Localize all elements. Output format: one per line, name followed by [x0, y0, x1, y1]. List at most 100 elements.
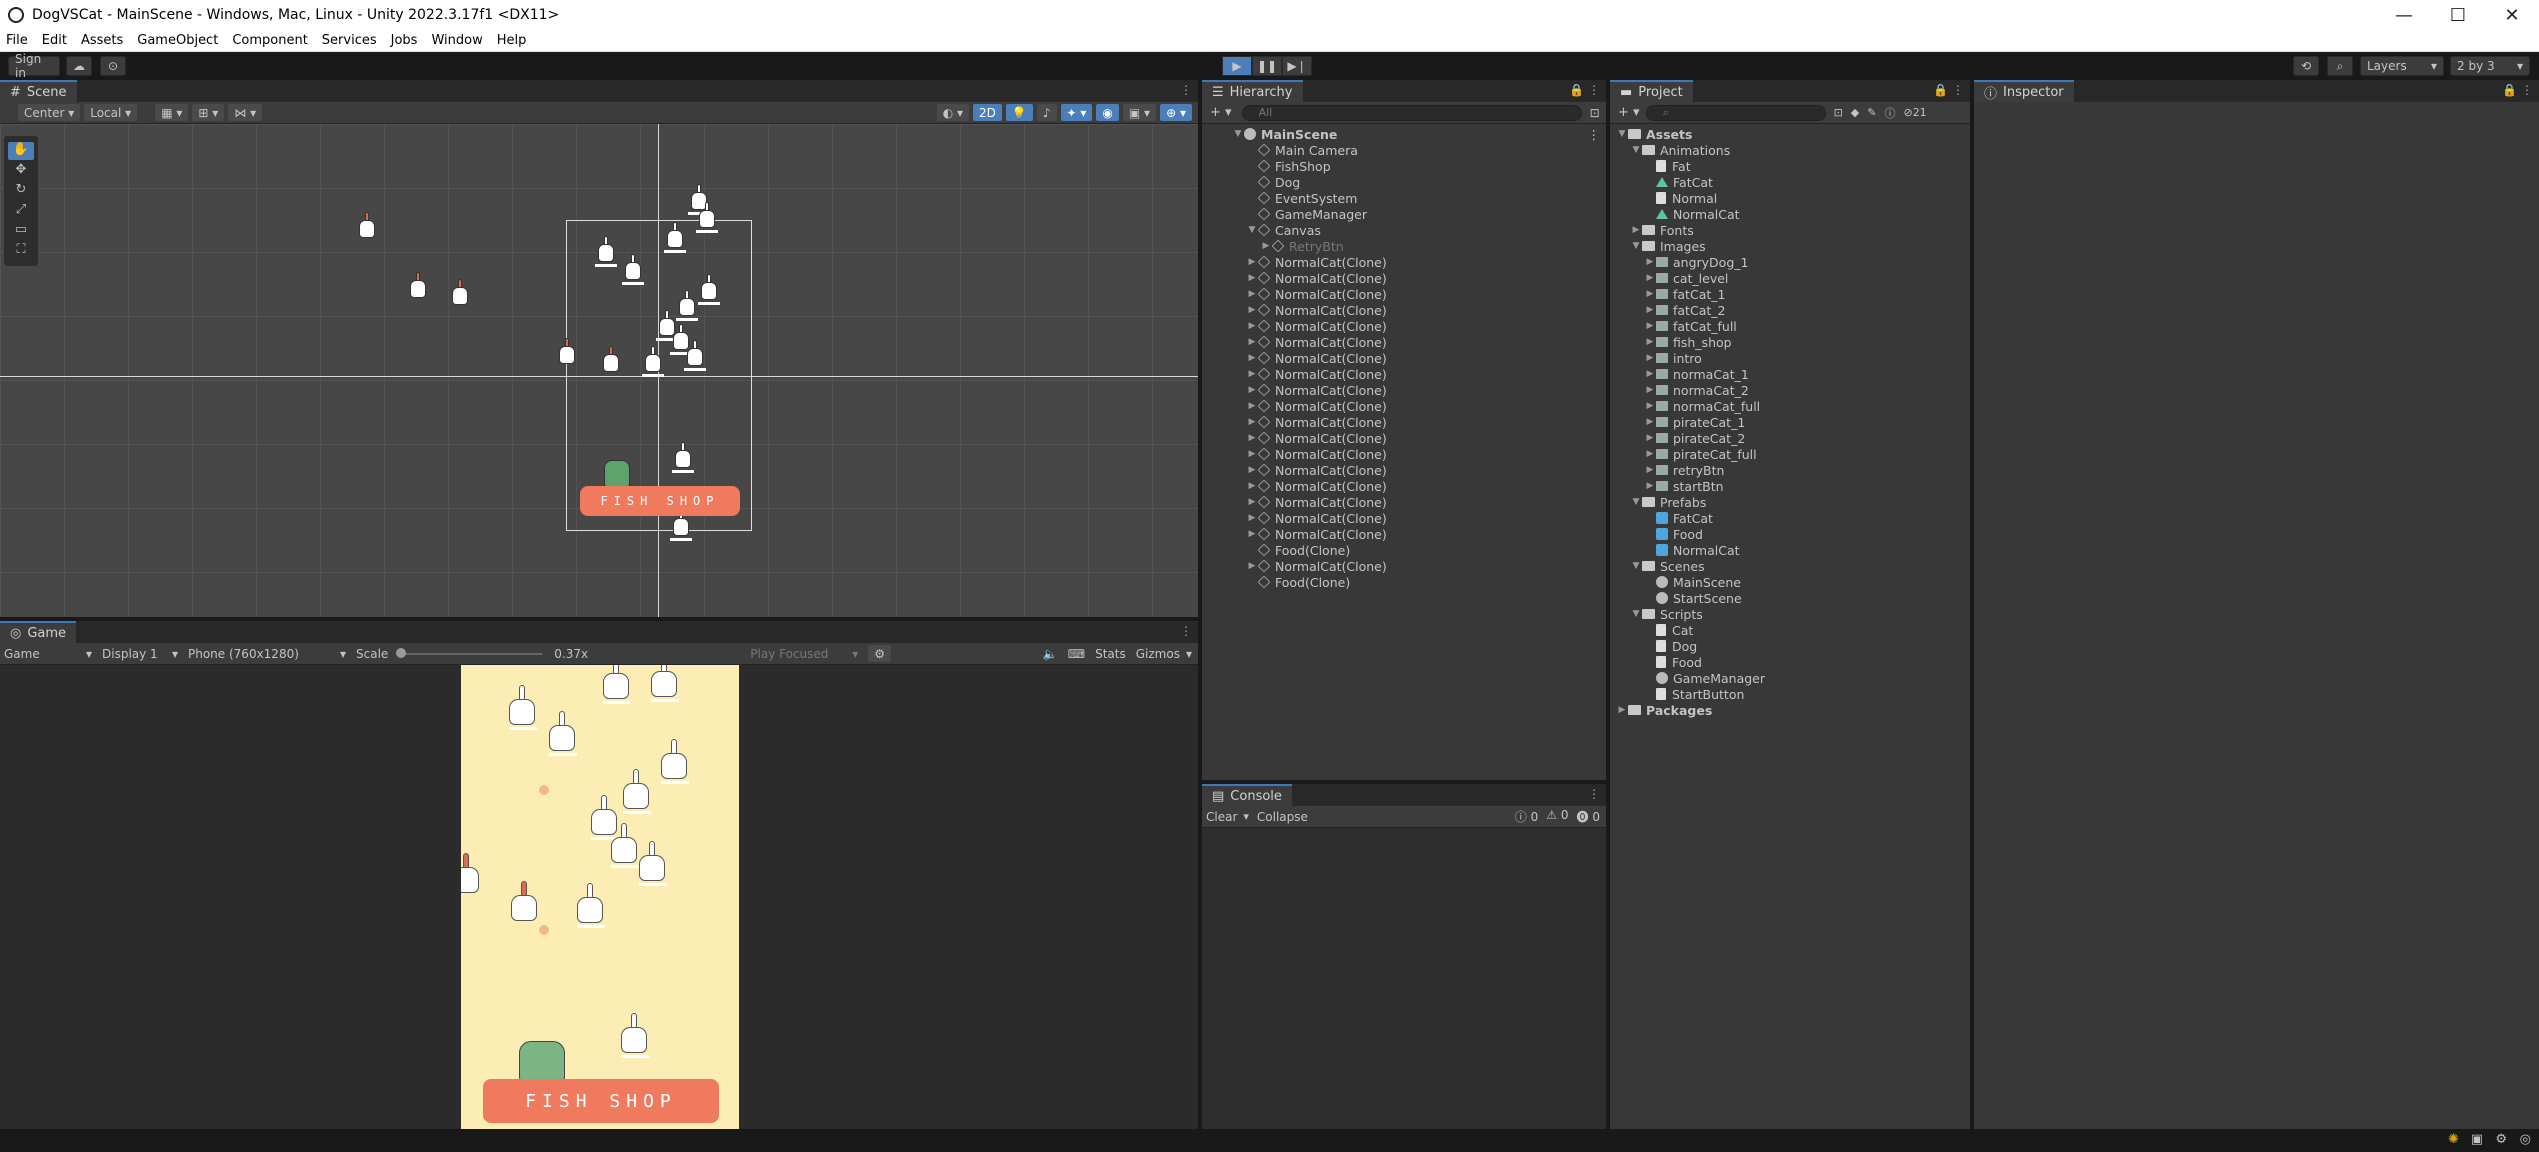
progress-icon[interactable]: ✺ [2448, 1132, 2459, 1147]
move-tool-icon[interactable]: ✥ [8, 162, 34, 180]
hierarchy-search-input[interactable]: All [1241, 104, 1582, 121]
expand-icon[interactable]: ▶ [1246, 289, 1258, 299]
tab-project[interactable]: ▬ Project [1610, 80, 1693, 102]
hierarchy-item[interactable]: ▶ NormalCat(Clone) [1202, 382, 1606, 398]
add-icon[interactable]: + ▾ [1210, 105, 1232, 120]
warning-filter[interactable]: ⚠ 0 [1546, 808, 1568, 825]
cat-sprite[interactable] [622, 254, 644, 285]
label-filter-icon[interactable]: ◆ [1851, 106, 1859, 119]
console-log-area[interactable] [1202, 828, 1606, 1129]
sign-in-button[interactable]: Sign in [8, 52, 60, 80]
lock-icon[interactable]: 🔒 [1569, 83, 1584, 97]
fish-shop-sign[interactable]: FISH SHOP [580, 486, 740, 516]
cat-sprite[interactable] [556, 338, 578, 368]
tag-icon[interactable]: ✎ [1867, 106, 1876, 119]
space-dropdown[interactable]: Local ▾ [84, 104, 138, 121]
expand-icon[interactable]: ▶ [1246, 449, 1258, 459]
history-icon[interactable]: ⟲ [2293, 56, 2319, 76]
hierarchy-item[interactable]: ▶ NormalCat(Clone) [1202, 254, 1606, 270]
cat-sprite[interactable] [642, 346, 664, 377]
expand-icon[interactable]: ▶ [1246, 273, 1258, 283]
cat-sprite[interactable] [595, 236, 617, 267]
minimize-icon[interactable]: — [2377, 0, 2431, 30]
expand-icon[interactable]: ▼ [1630, 241, 1642, 251]
project-item[interactable]: Food [1610, 526, 1970, 542]
expand-icon[interactable]: ▶ [1644, 353, 1656, 363]
expand-icon[interactable]: ▶ [1644, 273, 1656, 283]
collab-icon[interactable]: ⊙ [100, 56, 126, 76]
scene-viewport[interactable]: ✋ ✥ ↻ ⤢ ▭ ⛶ FISH SHOP [0, 124, 1198, 617]
project-item[interactable]: FatCat [1610, 174, 1970, 190]
more-icon[interactable]: ⋮ [1952, 83, 1964, 97]
hierarchy-item[interactable]: ▶ NormalCat(Clone) [1202, 270, 1606, 286]
hierarchy-item[interactable]: ▶ NormalCat(Clone) [1202, 366, 1606, 382]
menu-help[interactable]: Help [497, 33, 527, 48]
expand-icon[interactable]: ▶ [1644, 385, 1656, 395]
expand-icon[interactable]: ▶ [1644, 481, 1656, 491]
expand-icon[interactable]: ▶ [1246, 369, 1258, 379]
rect-tool-icon[interactable]: ▭ [8, 222, 34, 240]
project-item[interactable]: ▶ retryBtn [1610, 462, 1970, 478]
tab-inspector[interactable]: ⓘ Inspector [1974, 80, 2074, 102]
project-item[interactable]: ▶ Packages [1610, 702, 1970, 718]
expand-icon[interactable]: ▶ [1246, 417, 1258, 427]
hierarchy-item[interactable]: ▶ NormalCat(Clone) [1202, 526, 1606, 542]
project-item[interactable]: ▶ pirateCat_1 [1610, 414, 1970, 430]
snap-icon[interactable]: ⊞ ▾ [192, 104, 225, 121]
dog-sprite[interactable] [604, 460, 630, 488]
menu-gameobject[interactable]: GameObject [137, 33, 218, 48]
visibility-icon[interactable]: ◉ [1096, 104, 1119, 121]
expand-icon[interactable]: ▶ [1644, 337, 1656, 347]
favorite-icon[interactable]: ⓘ [1884, 105, 1895, 121]
lock-icon[interactable]: 🔒 [2502, 83, 2517, 97]
expand-icon[interactable]: ▼ [1630, 145, 1642, 155]
expand-icon[interactable]: ▶ [1644, 369, 1656, 379]
tab-hierarchy[interactable]: ☰ Hierarchy [1202, 80, 1303, 102]
mute-audio-icon[interactable]: 🔈 [1043, 647, 1058, 661]
info-filter[interactable]: ⓘ 0 [1515, 808, 1538, 825]
project-item[interactable]: ▶ pirateCat_2 [1610, 430, 1970, 446]
effects-icon[interactable]: ✦ ▾ [1060, 104, 1093, 121]
lock-icon[interactable]: 🔒 [1933, 83, 1948, 97]
expand-icon[interactable]: ▼ [1630, 609, 1642, 619]
search-type-icon[interactable]: ⊡ [1834, 106, 1843, 119]
hierarchy-item[interactable]: ▶ NormalCat(Clone) [1202, 350, 1606, 366]
more-icon[interactable]: ⋮ [2521, 83, 2533, 97]
close-icon[interactable]: ✕ [2485, 0, 2539, 30]
project-item[interactable]: ▶ fatCat_2 [1610, 302, 1970, 318]
scale-slider[interactable] [396, 647, 543, 658]
project-item[interactable]: ▶ normaCat_2 [1610, 382, 1970, 398]
scene-visibility-icon[interactable]: ⊡ [1590, 106, 1600, 120]
lighting-icon[interactable]: 💡 [1005, 104, 1033, 121]
menu-file[interactable]: File [6, 33, 28, 48]
hierarchy-item[interactable]: ▶ NormalCat(Clone) [1202, 286, 1606, 302]
hand-tool-icon[interactable]: ✋ [8, 142, 34, 160]
play-button[interactable]: ▶ [1222, 56, 1252, 76]
expand-icon[interactable]: ▶ [1246, 561, 1258, 571]
project-item[interactable]: ▼ Assets [1610, 126, 1970, 142]
expand-icon[interactable]: ▶ [1246, 385, 1258, 395]
project-item[interactable]: StartScene [1610, 590, 1970, 606]
cat-sprite[interactable] [684, 340, 706, 371]
expand-icon[interactable]: ▼ [1246, 225, 1258, 235]
project-item[interactable]: ▶ cat_level [1610, 270, 1970, 286]
expand-icon[interactable]: ▼ [1616, 129, 1628, 139]
play-focused-dropdown[interactable]: Play Focused ▾ [750, 647, 858, 661]
project-item[interactable]: ▼ Images [1610, 238, 1970, 254]
project-item[interactable]: ▶ normaCat_1 [1610, 366, 1970, 382]
project-item[interactable]: MainScene [1610, 574, 1970, 590]
cache-server-icon[interactable]: ▣ [2471, 1132, 2483, 1147]
project-item[interactable]: ▼ Scripts [1610, 606, 1970, 622]
hierarchy-item[interactable]: ▼ Canvas [1202, 222, 1606, 238]
expand-icon[interactable]: ▶ [1644, 305, 1656, 315]
project-item[interactable]: GameManager [1610, 670, 1970, 686]
hierarchy-item[interactable]: ▶ NormalCat(Clone) [1202, 414, 1606, 430]
expand-icon[interactable]: ▶ [1246, 497, 1258, 507]
project-item[interactable]: StartButton [1610, 686, 1970, 702]
keyboard-icon[interactable]: ⌨ [1068, 647, 1085, 661]
gizmos-icon[interactable]: ⊕ ▾ [1160, 104, 1192, 121]
hidden-packages-icon[interactable]: ⊘21 [1903, 106, 1926, 119]
cat-sprite[interactable] [449, 279, 471, 309]
project-item[interactable]: ▶ fatCat_full [1610, 318, 1970, 334]
expand-icon[interactable]: ▶ [1260, 241, 1272, 251]
